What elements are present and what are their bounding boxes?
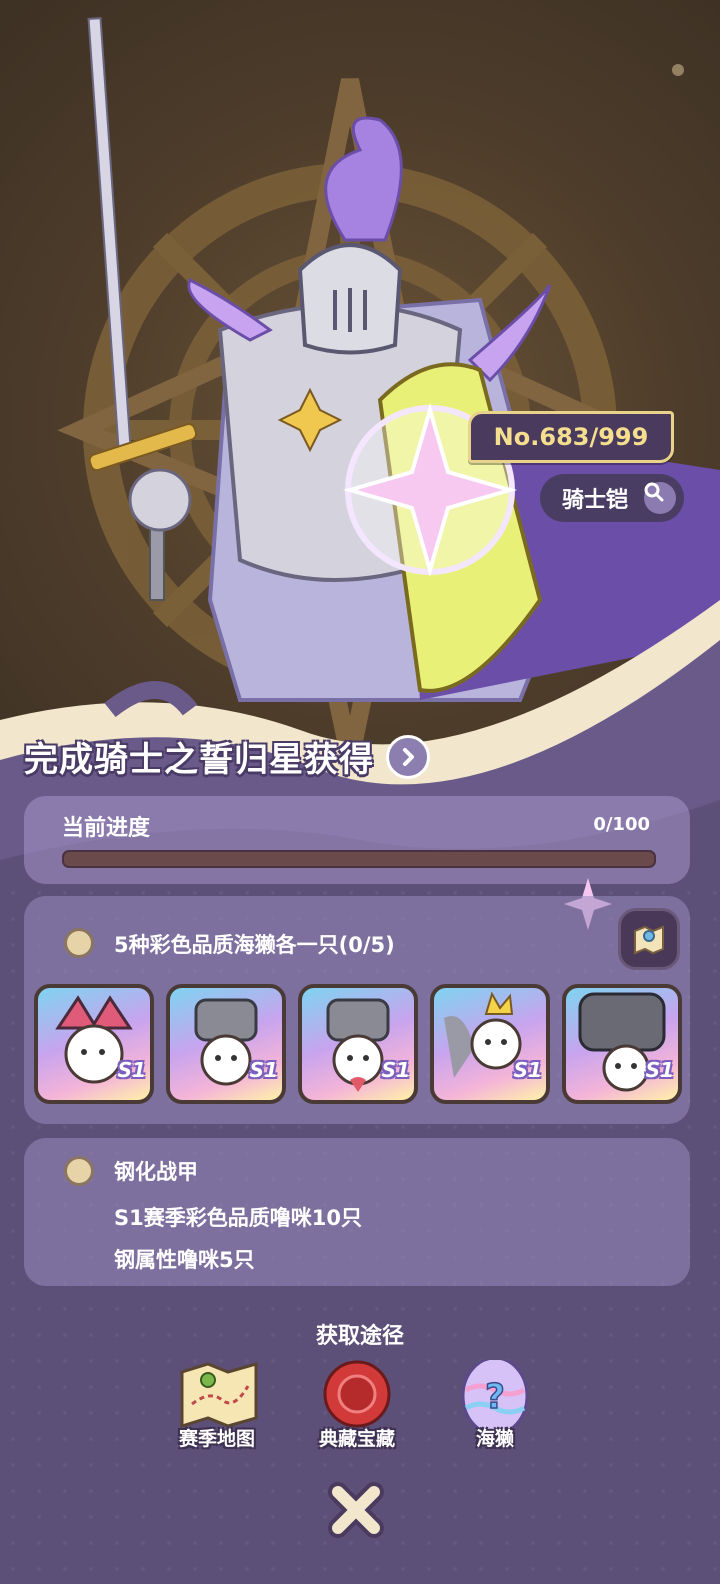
obtain-title: 完成骑士之誓归星获得: [24, 740, 374, 780]
sources-title: 获取途径: [315, 1324, 404, 1349]
progress-bar: [62, 850, 656, 868]
map-button[interactable]: [618, 908, 680, 970]
pet-card[interactable]: S1: [34, 984, 154, 1104]
source-season-map[interactable]: 赛季地图: [162, 1360, 272, 1450]
task-card-otters: 5种彩色品质海獭各一只(0/5) S1 S1 S1 S1 S1: [24, 896, 690, 1124]
season-tag: S1: [117, 1058, 146, 1082]
progress-value: 0/100: [593, 814, 650, 835]
collection-number-badge: No.683/999: [468, 411, 674, 463]
source-otter-egg[interactable]: ? 海獭: [440, 1356, 550, 1450]
crown-otter-icon: [444, 991, 522, 1078]
helmet-otter-icon: [578, 992, 666, 1092]
task-armor-title: 钢化战甲: [114, 1160, 198, 1184]
source-label: 海獭: [475, 1428, 514, 1450]
jester-otter-icon: [55, 995, 133, 1084]
map-icon: [634, 925, 664, 955]
task-armor-line2: 钢属性噜咪5只: [114, 1248, 255, 1272]
progress-card: 当前进度 0/100: [24, 796, 690, 884]
chevron-right-icon[interactable]: [386, 734, 430, 779]
task-otters-text: 5种彩色品质海獭各一只(0/5): [114, 933, 395, 957]
task-armor-line1: S1赛季彩色品质噜咪10只: [114, 1206, 362, 1230]
progress-label: 当前进度: [62, 816, 151, 841]
pet-card[interactable]: S1: [430, 984, 550, 1104]
pet-card[interactable]: S1: [562, 984, 682, 1104]
source-label: 赛季地图: [178, 1428, 255, 1450]
source-treasure[interactable]: 典藏宝藏: [302, 1360, 412, 1450]
task-checkbox: [64, 1156, 94, 1186]
task-card-armor: 钢化战甲 S1赛季彩色品质噜咪10只 钢属性噜咪5只: [24, 1138, 690, 1286]
pet-card[interactable]: S1: [298, 984, 418, 1104]
season-tag: S1: [381, 1058, 410, 1082]
season-tag: S1: [249, 1058, 278, 1082]
source-label: 典藏宝藏: [318, 1428, 395, 1450]
season-tag: S1: [645, 1058, 674, 1082]
svg-text:?: ?: [485, 1377, 505, 1417]
obtain-title-row[interactable]: 完成骑士之誓归星获得: [24, 732, 430, 781]
close-icon[interactable]: [326, 1480, 386, 1540]
knight-otter-icon: [194, 998, 258, 1086]
item-name: 骑士铠: [562, 488, 629, 513]
item-name-chip[interactable]: 骑士铠: [540, 474, 684, 522]
pet-list: S1 S1 S1 S1 S1: [34, 984, 682, 1106]
pet-card[interactable]: S1: [166, 984, 286, 1104]
knight-otter-icon: [326, 998, 390, 1092]
task-checkbox: [64, 928, 94, 958]
magnifier-icon[interactable]: [644, 482, 676, 514]
season-tag: S1: [513, 1058, 542, 1082]
